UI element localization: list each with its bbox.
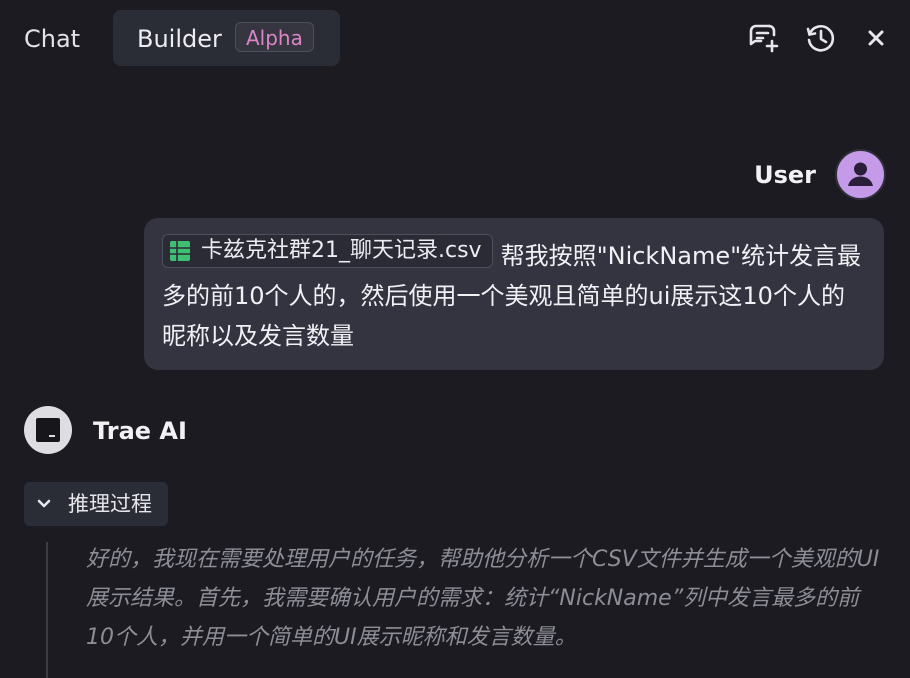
new-chat-icon	[749, 24, 779, 53]
reasoning-toggle[interactable]: 推理过程	[24, 482, 168, 526]
user-avatar	[835, 149, 886, 200]
trae-logo-icon	[36, 418, 60, 442]
reasoning-label: 推理过程	[68, 492, 152, 516]
history-button[interactable]	[803, 20, 839, 56]
panel-header: Chat Builder Alpha	[0, 0, 910, 78]
spreadsheet-icon	[170, 241, 190, 261]
chat-panel: Chat Builder Alpha User 卡兹克社群21_聊天记录.csv…	[0, 0, 910, 678]
ai-avatar	[24, 406, 72, 454]
tab-builder-label: Builder	[137, 25, 222, 53]
file-attachment-name: 卡兹克社群21_聊天记录.csv	[201, 238, 482, 263]
user-name: User	[754, 161, 816, 189]
user-message-content: 卡兹克社群21_聊天记录.csv 帮我按照"NickName"统计发言最多的前1…	[162, 234, 864, 356]
tab-chat[interactable]: Chat	[24, 24, 80, 54]
chevron-down-icon	[37, 499, 51, 508]
alpha-badge: Alpha	[235, 22, 314, 52]
new-chat-button[interactable]	[746, 20, 782, 56]
history-icon	[806, 25, 835, 52]
close-icon	[868, 30, 884, 46]
file-attachment-chip[interactable]: 卡兹克社群21_聊天记录.csv	[162, 234, 493, 268]
reasoning-text: 好的，我现在需要处理用户的任务，帮助他分析一个CSV文件并生成一个美观的UI展示…	[86, 547, 880, 650]
ai-name: Trae AI	[93, 417, 187, 445]
user-message-bubble: 卡兹克社群21_聊天记录.csv 帮我按照"NickName"统计发言最多的前1…	[144, 218, 884, 370]
person-icon	[848, 162, 873, 186]
close-button[interactable]	[858, 20, 894, 56]
reasoning-divider	[46, 542, 48, 678]
tab-builder[interactable]: Builder Alpha	[113, 10, 340, 66]
